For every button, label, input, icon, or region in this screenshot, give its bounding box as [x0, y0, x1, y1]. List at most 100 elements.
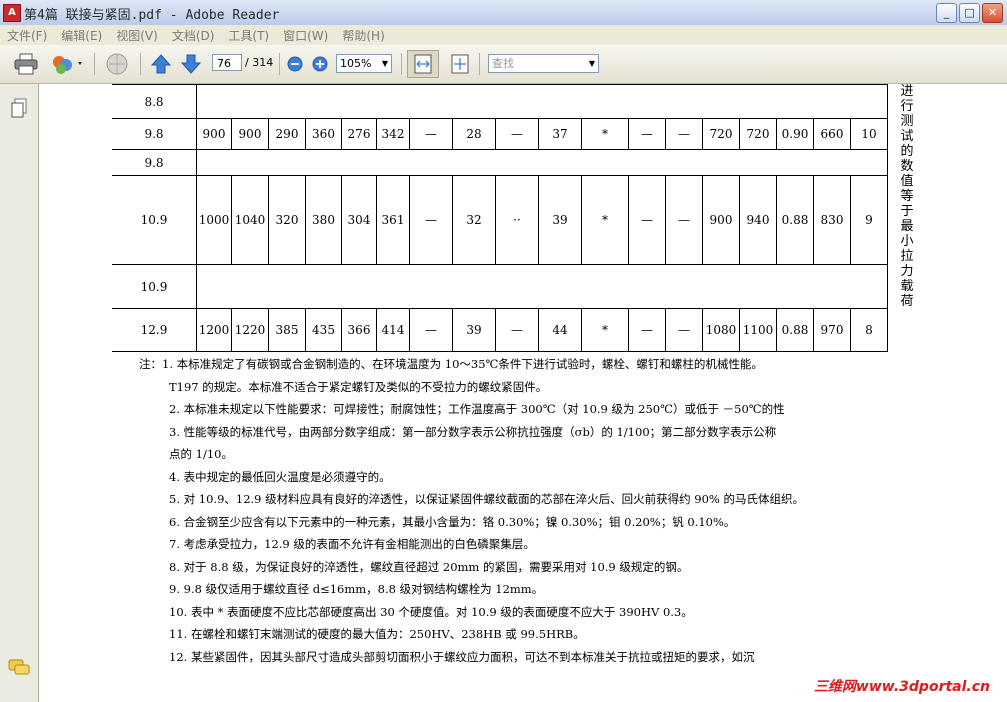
table-cell: ·· [495, 175, 539, 265]
menu-file[interactable]: 文件(F) [0, 27, 54, 44]
table-notes: 注：1. 本标准规定了有碳钢或合金钢制造的、在环境温度为 10～35℃条件下进行… [139, 353, 929, 668]
note-3-cont: 点的 1/10。 [169, 447, 233, 461]
globe-icon [106, 53, 128, 75]
search-input[interactable]: 查找 ▼ [488, 54, 599, 73]
table-cell: — [665, 175, 703, 265]
toolbar: 76 / 314 105% ▼ 查找 ▼ [0, 45, 1007, 84]
table-cell: 360 [305, 118, 342, 150]
table-cell: — [628, 118, 666, 150]
maximize-button[interactable]: □ [959, 3, 980, 23]
note-6: 6. 合金钢至少应含有以下元素中的一种元素，其最小含量为：铬 0.30%；镍 0… [169, 514, 736, 529]
title-bar: A 第4篇 联接与紧固.pdf - Adobe Reader _ □ ✕ [0, 0, 1007, 26]
table-cell: * [581, 175, 629, 265]
hand-tool-button[interactable] [102, 52, 132, 76]
zoom-select[interactable]: 105% ▼ [336, 54, 392, 73]
menu-edit[interactable]: 编辑(E) [54, 27, 109, 44]
zoom-in-icon [312, 56, 328, 72]
table-cell: 342 [376, 118, 410, 150]
table-row: 9.8 [112, 149, 888, 176]
table-row: 8.8 [112, 84, 888, 119]
table-cell: 366 [341, 308, 377, 352]
table-cell: 0.90 [776, 118, 814, 150]
menu-help[interactable]: 帮助(H) [335, 27, 391, 44]
page-number-input[interactable]: 76 [212, 54, 242, 71]
table-cell: — [628, 308, 666, 352]
table-cell: 1200 [196, 308, 232, 352]
side-char: 数 [900, 159, 914, 174]
table-cell: 380 [305, 175, 342, 265]
previous-page-button[interactable] [148, 52, 174, 76]
table-cell: 1000 [196, 175, 232, 265]
fit-width-button[interactable] [407, 50, 439, 78]
table-cell: 28 [452, 118, 496, 150]
pages-panel-button[interactable] [10, 98, 28, 123]
zoom-out-button[interactable] [286, 52, 304, 76]
chevron-down-icon: ▼ [588, 59, 596, 68]
grade-cell: 8.8 [112, 84, 197, 119]
note-1-cont: T197 的规定。本标准不适合于紧定螺钉及类似的不受拉力的螺纹紧固件。 [169, 379, 548, 394]
note-3: 3. 性能等级的标准代号，由两部分数字组成：第一部分数字表示公称抗拉强度（σb）… [169, 424, 777, 439]
note-11: 11. 在螺栓和螺钉末端测试的硬度的最大值为：250HV、238HB 或 99.… [169, 627, 585, 641]
table-cell: — [665, 118, 703, 150]
table-cell: — [665, 308, 703, 352]
comments-panel-button[interactable] [8, 658, 30, 681]
side-char: 载 [900, 279, 914, 294]
table-cell: 720 [739, 118, 777, 150]
menu-view[interactable]: 视图(V) [109, 27, 165, 44]
table-cell: 44 [538, 308, 582, 352]
table-cell: 414 [376, 308, 410, 352]
minimize-button[interactable]: _ [936, 3, 957, 23]
table-cell: 8 [850, 308, 888, 352]
table-cell: — [409, 308, 453, 352]
note-12: 12. 某些紧固件，因其头部尺寸造成头部剪切面积小于螺纹应力面积，可达不到本标准… [169, 649, 755, 664]
side-char: 行 [900, 99, 914, 114]
table-row: 12.9 1200 1220 385 435 366 414 — 39 — 44… [112, 308, 888, 352]
table-cell: — [409, 118, 453, 150]
menu-tools[interactable]: 工具(T) [221, 27, 276, 44]
print-button[interactable] [12, 52, 40, 76]
side-remark: 进 行 测 试 的 数 值 等 于 最 小 拉 力 载 荷 [899, 84, 915, 309]
side-char: 等 [900, 189, 914, 204]
table-cell: 37 [538, 118, 582, 150]
table-cell: 435 [305, 308, 342, 352]
grade-cell: 10.9 [112, 175, 197, 265]
side-char: 于 [900, 204, 914, 219]
menu-bar: 文件(F) 编辑(E) 视图(V) 文档(D) 工具(T) 窗口(W) 帮助(H… [0, 25, 1007, 45]
table-cell: 660 [813, 118, 851, 150]
table-cell: 10 [850, 118, 888, 150]
note-5: 5. 对 10.9、12.9 级材料应具有良好的淬透性，以保证紧固件螺纹截面的芯… [169, 492, 805, 506]
side-char: 的 [900, 144, 914, 159]
table-cell: 900 [196, 118, 232, 150]
table-cell [196, 84, 888, 119]
fit-page-icon [451, 54, 469, 74]
collaborate-icon [53, 56, 82, 74]
side-char: 最 [900, 219, 914, 234]
grade-cell: 12.9 [112, 308, 197, 352]
table-cell: — [628, 175, 666, 265]
table-cell: 276 [341, 118, 377, 150]
note-7: 7. 考虑承受拉力，12.9 级的表面不允许有金相能测出的白色磷聚集层。 [169, 537, 535, 551]
note-1: 注：1. 本标准规定了有碳钢或合金钢制造的、在环境温度为 10～35℃条件下进行… [139, 357, 763, 371]
menu-window[interactable]: 窗口(W) [276, 27, 335, 44]
window-controls: _ □ ✕ [936, 3, 1003, 23]
side-char: 小 [900, 234, 914, 249]
page-total: / 314 [245, 56, 274, 69]
properties-table: 8.8 9.8 900 900 290 360 276 342 — 28 — 3… [112, 84, 888, 352]
table-cell [196, 149, 888, 176]
table-cell: 9 [850, 175, 888, 265]
table-cell: 900 [702, 175, 740, 265]
next-page-button[interactable] [178, 52, 204, 76]
fit-page-button[interactable] [448, 52, 472, 76]
collaborate-button[interactable] [48, 52, 88, 76]
table-cell: 32 [452, 175, 496, 265]
table-cell: 39 [538, 175, 582, 265]
note-4: 4. 表中规定的最低回火温度是必须遵守的。 [169, 469, 391, 484]
menu-document[interactable]: 文档(D) [165, 27, 222, 44]
table-cell: 0.88 [776, 308, 814, 352]
table-cell: 39 [452, 308, 496, 352]
side-char: 进 [900, 84, 914, 99]
navigation-panel [0, 84, 39, 702]
table-cell: 970 [813, 308, 851, 352]
close-button[interactable]: ✕ [982, 3, 1003, 23]
zoom-in-button[interactable] [311, 52, 329, 76]
